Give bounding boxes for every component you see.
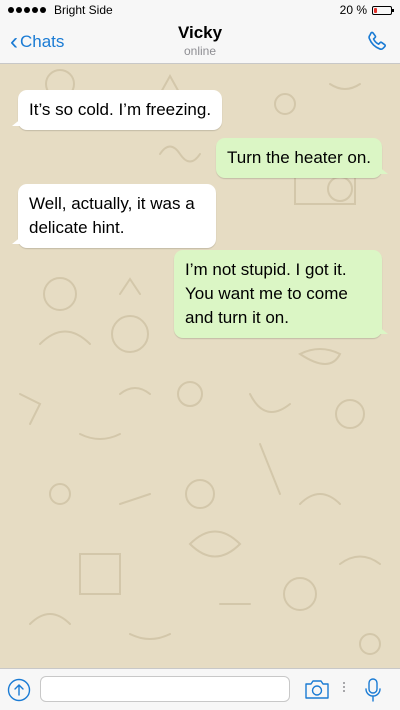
battery-status: 20 % <box>339 3 394 17</box>
upload-icon[interactable] <box>7 678 31 702</box>
conversation-area[interactable]: It’s so cold. I’m freezing. Turn the hea… <box>0 64 400 668</box>
contact-name[interactable]: Vicky <box>0 23 400 43</box>
message-text: It’s so cold. I’m freezing. <box>29 100 212 119</box>
message-composer <box>0 668 400 710</box>
incoming-message[interactable]: It’s so cold. I’m freezing. <box>11 90 223 130</box>
camera-icon[interactable] <box>304 678 330 700</box>
battery-icon <box>372 5 394 15</box>
incoming-message[interactable]: Well, actually, it was a delicate hint. <box>12 184 216 248</box>
message-text: Turn the heater on. <box>227 148 371 167</box>
battery-level-fill <box>374 7 377 13</box>
message-input[interactable] <box>40 676 290 702</box>
outgoing-message[interactable]: Turn the heater on. <box>216 138 388 178</box>
carrier-name: Bright Side <box>54 3 113 17</box>
battery-percentage: 20 % <box>339 3 367 17</box>
message-text: I’m not stupid. I got it. You want me to… <box>185 260 348 327</box>
signal-strength-icon <box>8 7 46 13</box>
microphone-icon[interactable] <box>363 677 383 703</box>
contact-status: online <box>183 44 217 58</box>
message-text: Well, actually, it was a delicate hint. <box>29 194 195 237</box>
phone-icon[interactable] <box>364 29 390 55</box>
separator-dots <box>343 682 345 694</box>
chat-header: ‹ Chats Vicky online <box>0 20 400 64</box>
status-bar: Bright Side 20 % <box>0 0 400 20</box>
outgoing-message[interactable]: I’m not stupid. I got it. You want me to… <box>174 250 388 338</box>
